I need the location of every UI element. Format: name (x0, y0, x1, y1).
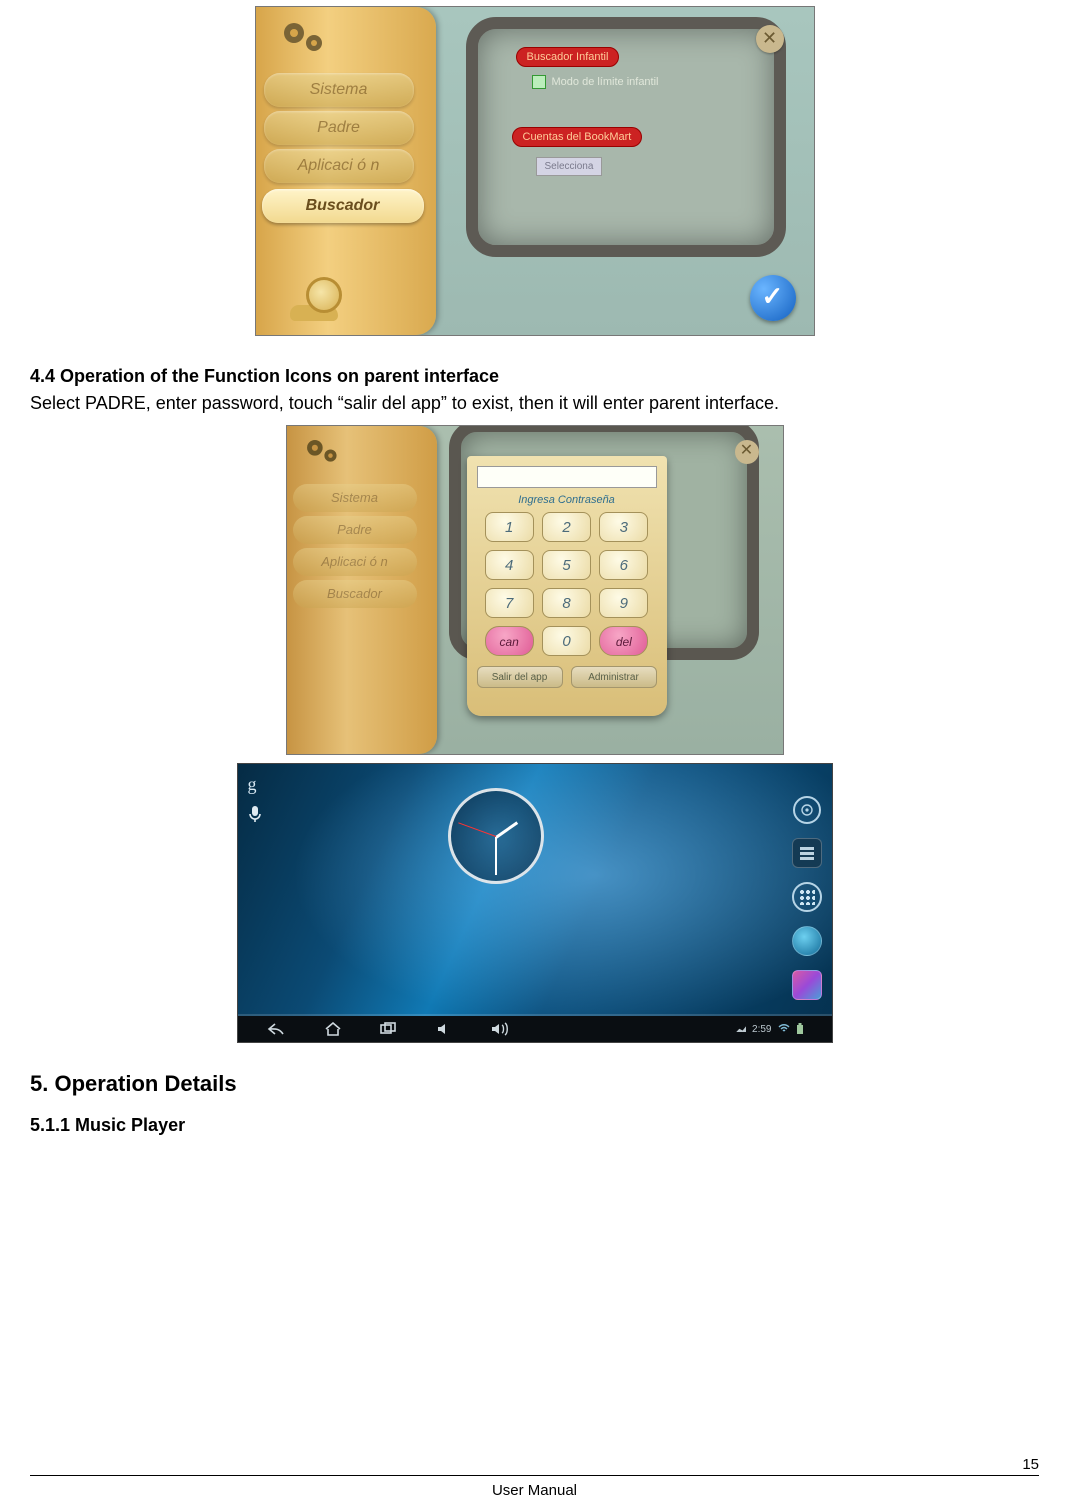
back-icon[interactable] (266, 1021, 288, 1037)
checkbox-limit-mode[interactable]: Modo de límite infantil (532, 75, 659, 89)
tag-cuentas-bookmart[interactable]: Cuentas del BookMart (512, 127, 643, 147)
close-icon[interactable]: ✕ (756, 25, 784, 53)
password-display[interactable] (477, 466, 657, 488)
gallery-icon[interactable] (792, 970, 822, 1000)
manager-icon[interactable] (792, 838, 822, 868)
password-keypad: Ingresa Contraseña 1 2 3 4 5 6 7 8 9 can… (467, 456, 667, 716)
system-navbar: 2:59 (238, 1016, 832, 1042)
page-footer: 15 User Manual (30, 1475, 1039, 1479)
wifi-icon (778, 1024, 790, 1034)
select-button[interactable]: Selecciona (536, 157, 603, 176)
heading-5: 5. Operation Details (30, 1071, 1039, 1097)
tab-sistema[interactable]: Sistema (293, 484, 417, 512)
gear-icon (301, 434, 353, 472)
tab-padre[interactable]: Padre (293, 516, 417, 544)
key-1[interactable]: 1 (485, 512, 534, 542)
page-number: 15 (1022, 1456, 1039, 1473)
sdcard-icon (736, 1026, 746, 1032)
status-bar: 2:59 (736, 1023, 803, 1035)
target-icon[interactable] (793, 796, 821, 824)
tab-sistema[interactable]: Sistema (264, 73, 414, 107)
all-apps-icon[interactable] (792, 882, 822, 912)
heading-5-1-1: 5.1.1 Music Player (30, 1115, 1039, 1136)
close-icon[interactable]: ✕ (735, 440, 759, 464)
key-4[interactable]: 4 (485, 550, 534, 580)
tab-buscador[interactable]: Buscador (293, 580, 417, 608)
key-9[interactable]: 9 (599, 588, 648, 618)
screenshot-buscador-settings: Sistema Padre Aplicaci ó n Buscador Busc… (255, 6, 815, 336)
key-8[interactable]: 8 (542, 588, 591, 618)
key-delete[interactable]: del (599, 626, 648, 656)
body-4-4: Select PADRE, enter password, touch “sal… (30, 391, 1039, 415)
tab-aplicacion[interactable]: Aplicaci ó n (293, 548, 417, 576)
home-icon[interactable] (322, 1021, 344, 1037)
key-0[interactable]: 0 (542, 626, 591, 656)
key-2[interactable]: 2 (542, 512, 591, 542)
footer-label: User Manual (30, 1482, 1039, 1499)
screenshot-password-keypad: Sistema Padre Aplicaci ó n Buscador ✕ In… (286, 425, 784, 755)
tab-padre[interactable]: Padre (264, 111, 414, 145)
snail-decor-icon (290, 275, 350, 321)
key-3[interactable]: 3 (599, 512, 648, 542)
key-cancel[interactable]: can (485, 626, 534, 656)
exit-app-button[interactable]: Salir del app (477, 666, 563, 688)
vol-up-icon[interactable] (490, 1021, 512, 1037)
key-7[interactable]: 7 (485, 588, 534, 618)
key-5[interactable]: 5 (542, 550, 591, 580)
tab-buscador[interactable]: Buscador (262, 189, 424, 223)
heading-4-4: 4.4 Operation of the Function Icons on p… (30, 366, 1039, 387)
clock-time: 2:59 (752, 1024, 771, 1035)
keypad-label: Ingresa Contraseña (475, 494, 659, 506)
battery-icon (796, 1023, 804, 1035)
google-g-icon: g (248, 774, 262, 795)
mic-icon[interactable] (248, 805, 262, 828)
tab-aplicacion[interactable]: Aplicaci ó n (264, 149, 414, 183)
confirm-check-icon[interactable] (750, 275, 796, 321)
recents-icon[interactable] (378, 1021, 400, 1037)
gear-icon (276, 17, 336, 59)
clock-widget[interactable] (448, 788, 544, 884)
screenshot-android-home: g (237, 763, 833, 1043)
key-6[interactable]: 6 (599, 550, 648, 580)
google-search-widget[interactable]: g (248, 774, 262, 828)
admin-button[interactable]: Administrar (571, 666, 657, 688)
tag-buscador-infantil[interactable]: Buscador Infantil (516, 47, 620, 67)
browser-icon[interactable] (792, 926, 822, 956)
vol-down-icon[interactable] (434, 1021, 456, 1037)
